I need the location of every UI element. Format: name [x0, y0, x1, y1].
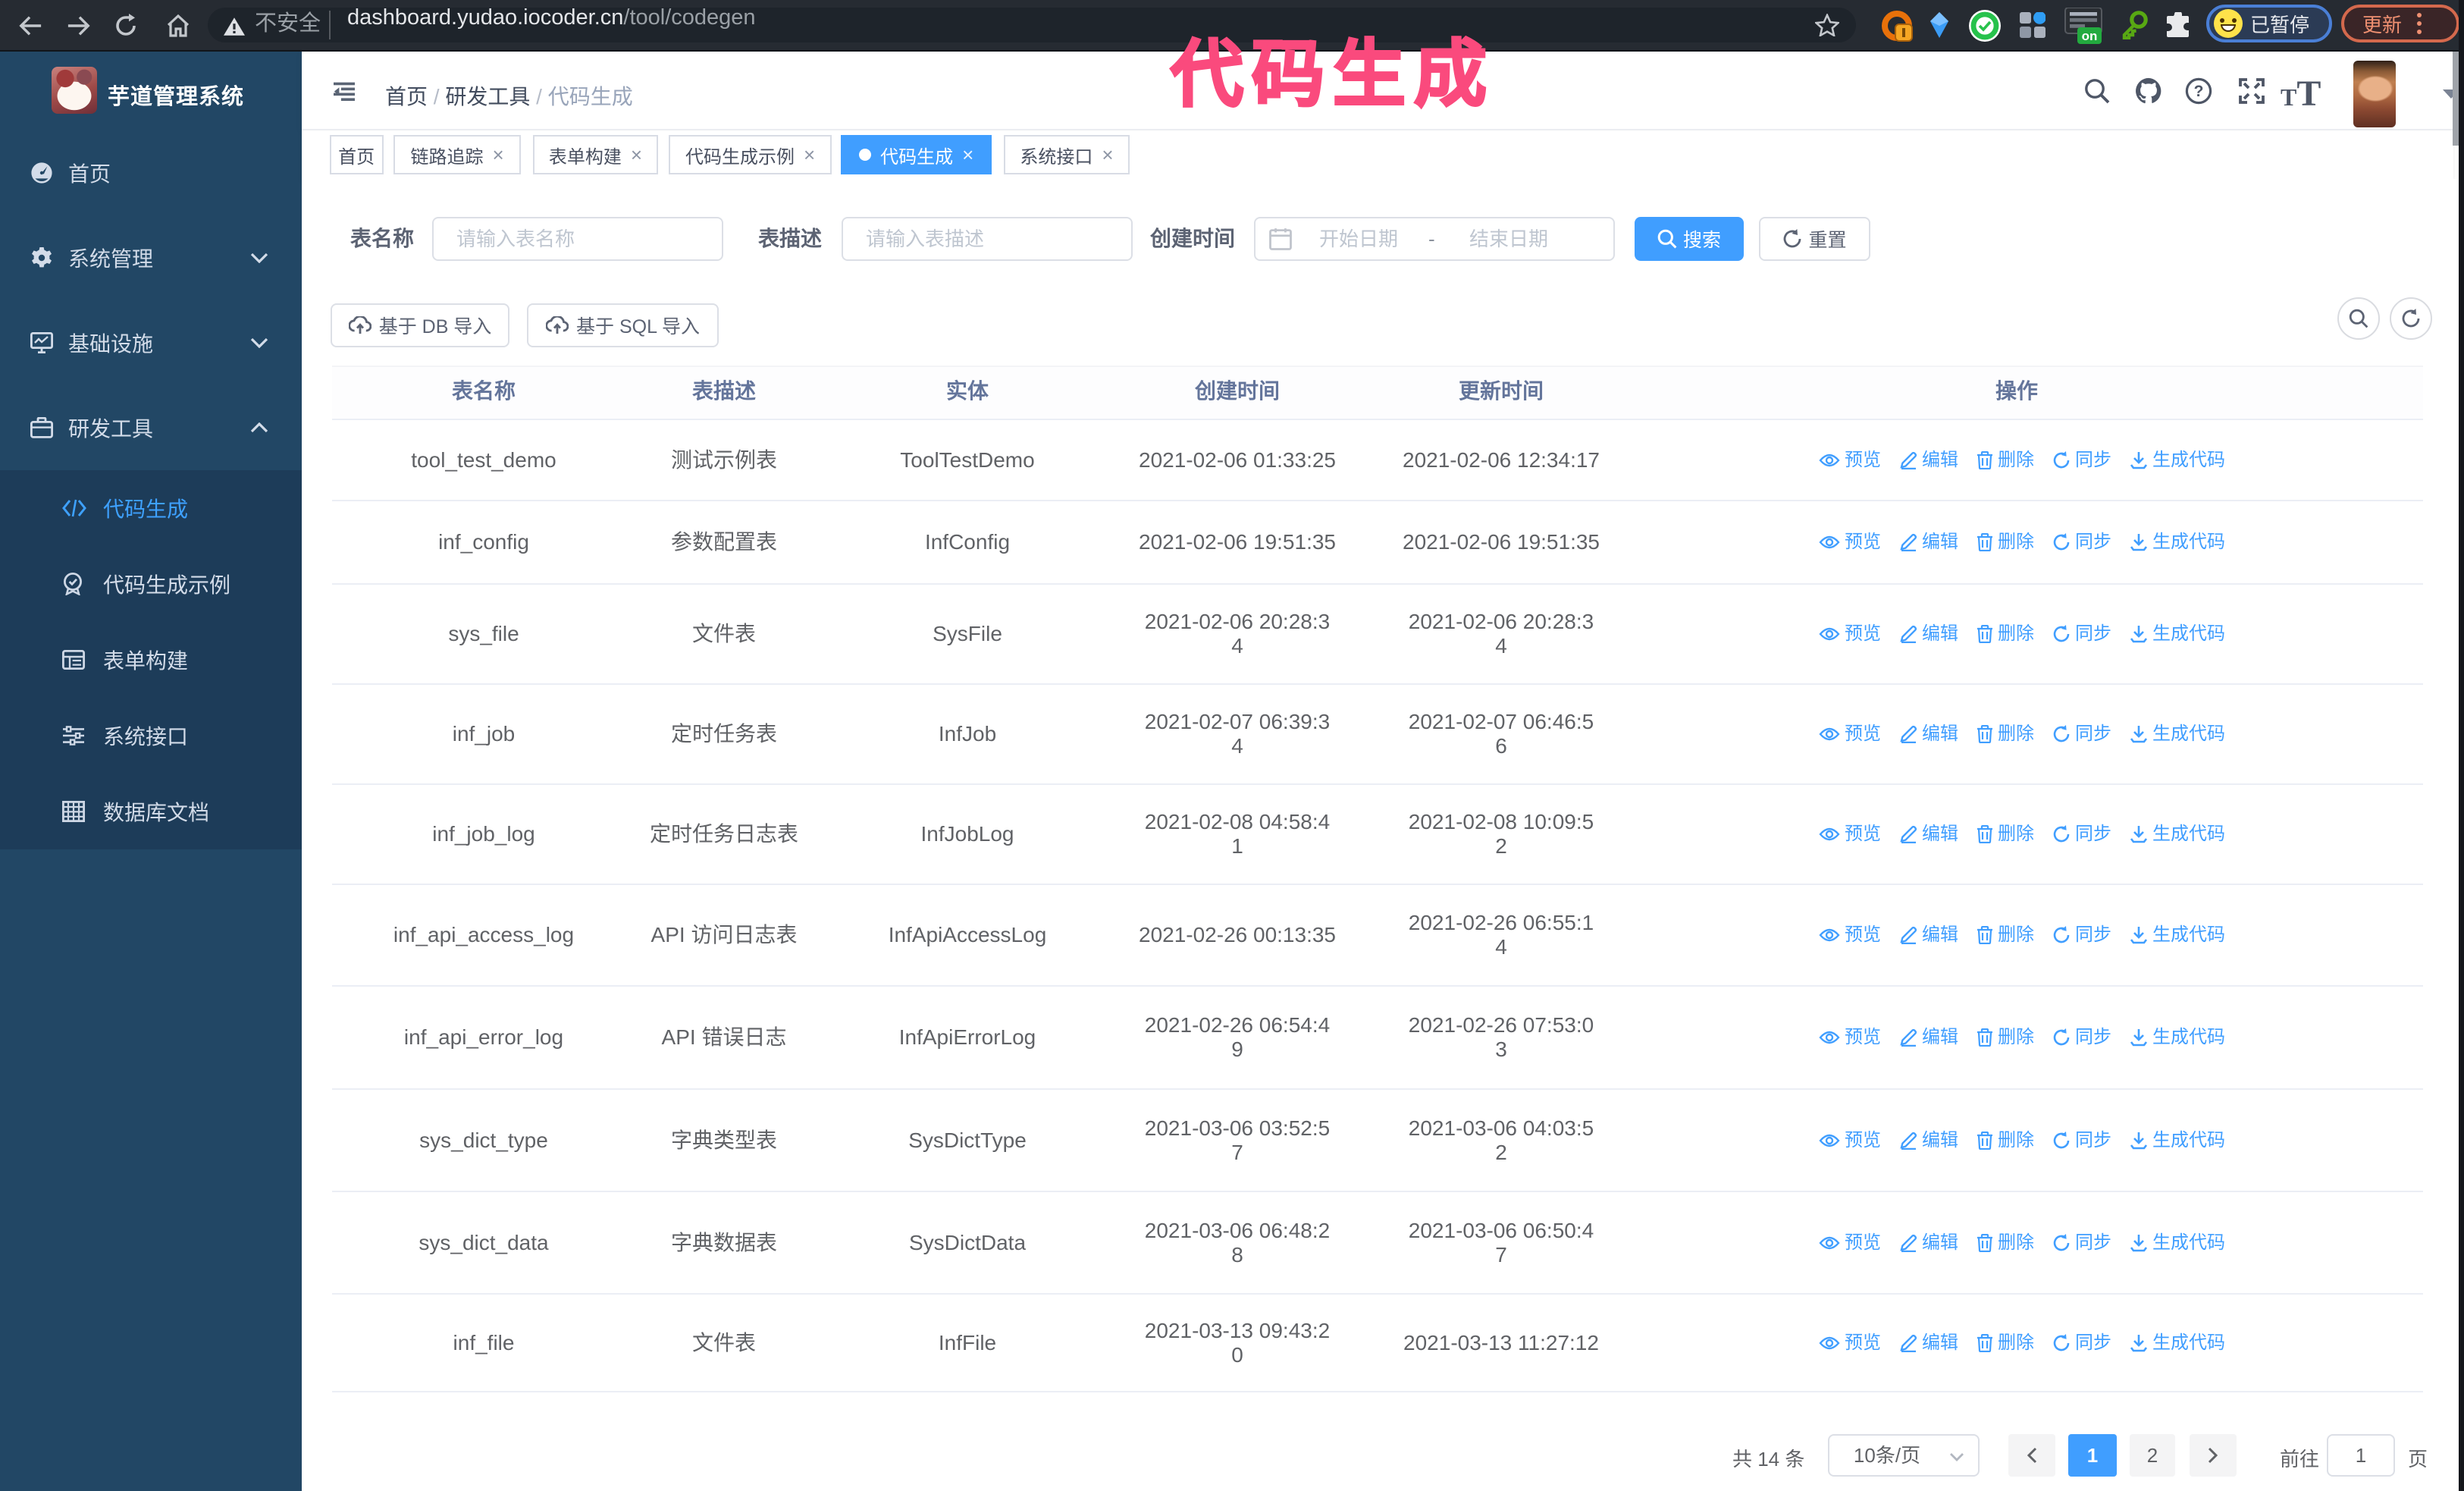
svg-text:?: ? — [2194, 83, 2204, 100]
svg-text:on: on — [2082, 29, 2098, 43]
